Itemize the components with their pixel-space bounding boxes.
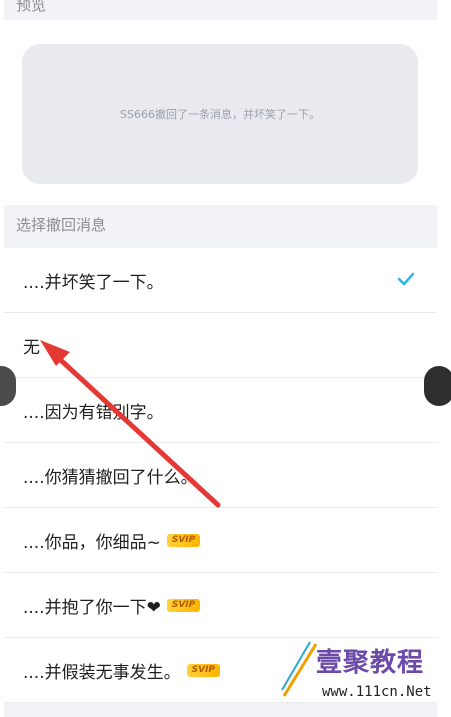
phone-screen: 预览 SS666撤回了一条消息，并坏笑了一下。 选择撤回消息 ....并坏笑了一…: [4, 0, 437, 717]
option-row[interactable]: ....并坏笑了一下。: [4, 248, 437, 313]
watermark-logo: 壹聚教程 www.111cn.Net: [281, 640, 450, 712]
option-row[interactable]: ....因为有错别字。: [4, 378, 437, 443]
preview-section-label: 预览: [16, 0, 47, 14]
option-label: ....你品，你细品~: [23, 532, 161, 553]
option-row[interactable]: ....并抱了你一下❤ SVIP: [4, 573, 437, 638]
recall-option-list: ....并坏笑了一下。 无 ....因为有错别字。 ....你猜猜撤回了什么。 …: [4, 248, 437, 703]
svip-badge: SVIP: [186, 663, 221, 677]
option-label: ....并抱了你一下❤: [23, 597, 161, 618]
preview-card: SS666撤回了一条消息，并坏笑了一下。: [4, 20, 437, 205]
right-edge-handle[interactable]: [424, 366, 451, 406]
svip-badge: SVIP: [166, 533, 201, 547]
option-label: ....并坏笑了一下。: [23, 272, 164, 293]
watermark-brand: 壹聚教程: [316, 648, 425, 678]
select-section-label: 选择撤回消息: [16, 216, 107, 234]
option-label: ....你猜猜撤回了什么。: [23, 467, 198, 488]
preview-bubble: SS666撤回了一条消息，并坏笑了一下。: [22, 44, 418, 184]
option-row[interactable]: ....你品，你细品~ SVIP: [4, 508, 437, 573]
check-icon: [397, 272, 415, 286]
watermark-swoosh-icon: [281, 641, 318, 697]
option-label: ....并假装无事发生。: [23, 662, 181, 683]
option-row[interactable]: ....你猜猜撤回了什么。: [4, 443, 437, 508]
option-row[interactable]: 无: [4, 313, 437, 378]
preview-message: SS666撤回了一条消息，并坏笑了一下。: [120, 108, 320, 121]
watermark-url: www.111cn.Net: [322, 684, 432, 700]
svip-badge: SVIP: [166, 598, 201, 612]
option-label: 无: [23, 337, 40, 358]
option-label: ....因为有错别字。: [23, 402, 164, 423]
